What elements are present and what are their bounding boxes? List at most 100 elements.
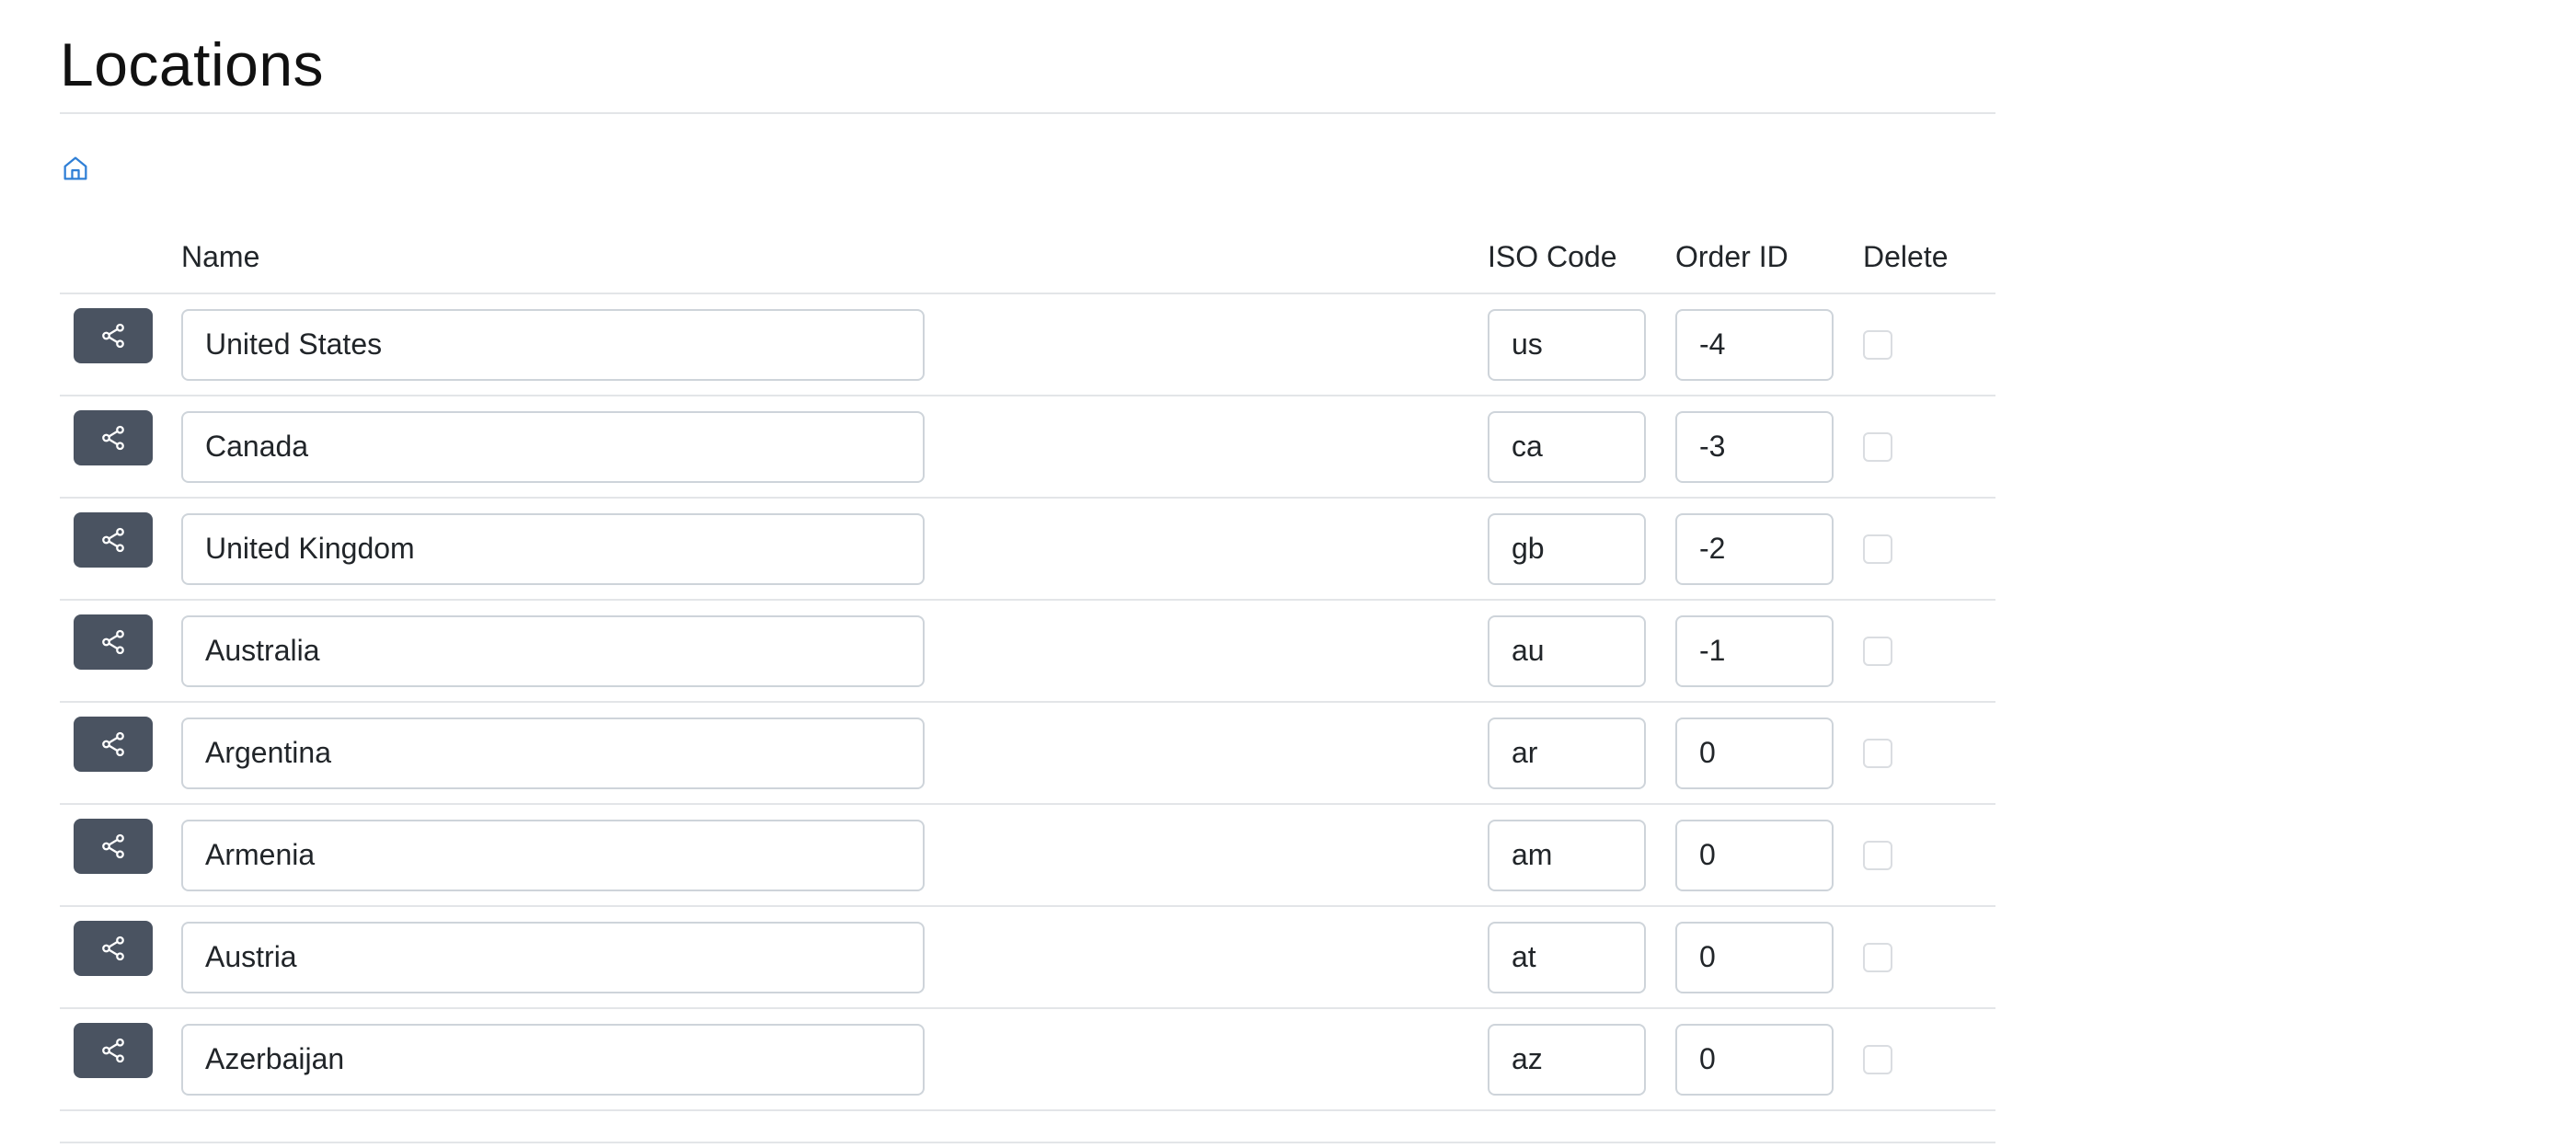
iso-cell bbox=[1488, 293, 1675, 396]
order-id-input[interactable] bbox=[1675, 512, 1834, 585]
iso-cell bbox=[1488, 906, 1675, 1009]
table-bottom-divider bbox=[60, 1142, 1995, 1143]
order-cell bbox=[1675, 293, 1863, 396]
order-cell bbox=[1675, 396, 1863, 499]
order-id-input[interactable] bbox=[1675, 308, 1834, 381]
name-input[interactable] bbox=[181, 921, 925, 993]
column-header-delete: Delete bbox=[1863, 221, 1995, 294]
name-input[interactable] bbox=[181, 1023, 925, 1096]
order-cell bbox=[1675, 498, 1863, 601]
share-button[interactable] bbox=[74, 511, 153, 568]
share-icon bbox=[102, 833, 124, 858]
locations-table: Name ISO Code Order ID Delete bbox=[60, 221, 1995, 1111]
order-cell bbox=[1675, 600, 1863, 703]
table-row bbox=[60, 906, 1995, 1009]
share-button[interactable] bbox=[74, 818, 153, 874]
delete-checkbox[interactable] bbox=[1863, 738, 1892, 768]
name-input[interactable] bbox=[181, 512, 925, 585]
table-row bbox=[60, 498, 1995, 601]
share-button[interactable] bbox=[74, 614, 153, 670]
table-row bbox=[60, 702, 1995, 805]
order-id-input[interactable] bbox=[1675, 819, 1834, 891]
delete-cell bbox=[1863, 702, 1995, 805]
name-input[interactable] bbox=[181, 819, 925, 891]
delete-cell bbox=[1863, 804, 1995, 907]
table-row bbox=[60, 293, 1995, 396]
delete-cell bbox=[1863, 600, 1995, 703]
order-id-input[interactable] bbox=[1675, 410, 1834, 483]
share-button[interactable] bbox=[74, 307, 153, 363]
share-icon bbox=[102, 323, 124, 348]
column-header-share bbox=[60, 221, 181, 294]
order-id-input[interactable] bbox=[1675, 1023, 1834, 1096]
delete-checkbox[interactable] bbox=[1863, 636, 1892, 666]
order-cell bbox=[1675, 1008, 1863, 1111]
delete-checkbox[interactable] bbox=[1863, 431, 1892, 462]
iso-cell bbox=[1488, 804, 1675, 907]
table-row bbox=[60, 804, 1995, 907]
share-button[interactable] bbox=[74, 409, 153, 465]
order-cell bbox=[1675, 804, 1863, 907]
home-icon bbox=[63, 156, 87, 180]
name-cell bbox=[181, 498, 1488, 601]
share-cell bbox=[60, 702, 181, 805]
delete-cell bbox=[1863, 396, 1995, 499]
iso-code-input[interactable] bbox=[1488, 614, 1646, 687]
column-header-name: Name bbox=[181, 221, 1488, 294]
delete-checkbox[interactable] bbox=[1863, 534, 1892, 564]
name-cell bbox=[181, 906, 1488, 1009]
order-cell bbox=[1675, 702, 1863, 805]
name-input[interactable] bbox=[181, 308, 925, 381]
share-icon bbox=[102, 527, 124, 552]
order-cell bbox=[1675, 906, 1863, 1009]
iso-cell bbox=[1488, 396, 1675, 499]
breadcrumb-home[interactable] bbox=[60, 153, 91, 184]
share-cell bbox=[60, 396, 181, 499]
iso-code-input[interactable] bbox=[1488, 308, 1646, 381]
share-button[interactable] bbox=[74, 920, 153, 976]
delete-cell bbox=[1863, 498, 1995, 601]
iso-code-input[interactable] bbox=[1488, 1023, 1646, 1096]
delete-checkbox[interactable] bbox=[1863, 840, 1892, 870]
share-button[interactable] bbox=[74, 716, 153, 772]
share-icon bbox=[102, 731, 124, 756]
iso-code-input[interactable] bbox=[1488, 717, 1646, 789]
column-header-iso-code: ISO Code bbox=[1488, 221, 1675, 294]
iso-code-input[interactable] bbox=[1488, 410, 1646, 483]
share-icon bbox=[102, 425, 124, 450]
name-cell bbox=[181, 1008, 1488, 1111]
share-icon bbox=[102, 936, 124, 960]
share-icon bbox=[102, 629, 124, 654]
table-row bbox=[60, 1008, 1995, 1111]
delete-checkbox[interactable] bbox=[1863, 329, 1892, 360]
iso-code-input[interactable] bbox=[1488, 921, 1646, 993]
table-row bbox=[60, 396, 1995, 499]
iso-cell bbox=[1488, 702, 1675, 805]
delete-checkbox[interactable] bbox=[1863, 942, 1892, 972]
title-divider bbox=[60, 112, 1995, 114]
share-cell bbox=[60, 600, 181, 703]
name-input[interactable] bbox=[181, 410, 925, 483]
share-cell bbox=[60, 498, 181, 601]
order-id-input[interactable] bbox=[1675, 614, 1834, 687]
name-cell bbox=[181, 804, 1488, 907]
iso-code-input[interactable] bbox=[1488, 819, 1646, 891]
page-title: Locations bbox=[60, 30, 325, 98]
name-input[interactable] bbox=[181, 717, 925, 789]
delete-cell bbox=[1863, 906, 1995, 1009]
table-row bbox=[60, 600, 1995, 703]
share-button[interactable] bbox=[74, 1022, 153, 1078]
name-cell bbox=[181, 600, 1488, 703]
order-id-input[interactable] bbox=[1675, 717, 1834, 789]
column-header-order-id: Order ID bbox=[1675, 221, 1863, 294]
iso-cell bbox=[1488, 498, 1675, 601]
name-input[interactable] bbox=[181, 614, 925, 687]
name-cell bbox=[181, 702, 1488, 805]
delete-checkbox[interactable] bbox=[1863, 1044, 1892, 1074]
iso-code-input[interactable] bbox=[1488, 512, 1646, 585]
name-cell bbox=[181, 293, 1488, 396]
delete-cell bbox=[1863, 1008, 1995, 1111]
share-cell bbox=[60, 293, 181, 396]
name-cell bbox=[181, 396, 1488, 499]
order-id-input[interactable] bbox=[1675, 921, 1834, 993]
